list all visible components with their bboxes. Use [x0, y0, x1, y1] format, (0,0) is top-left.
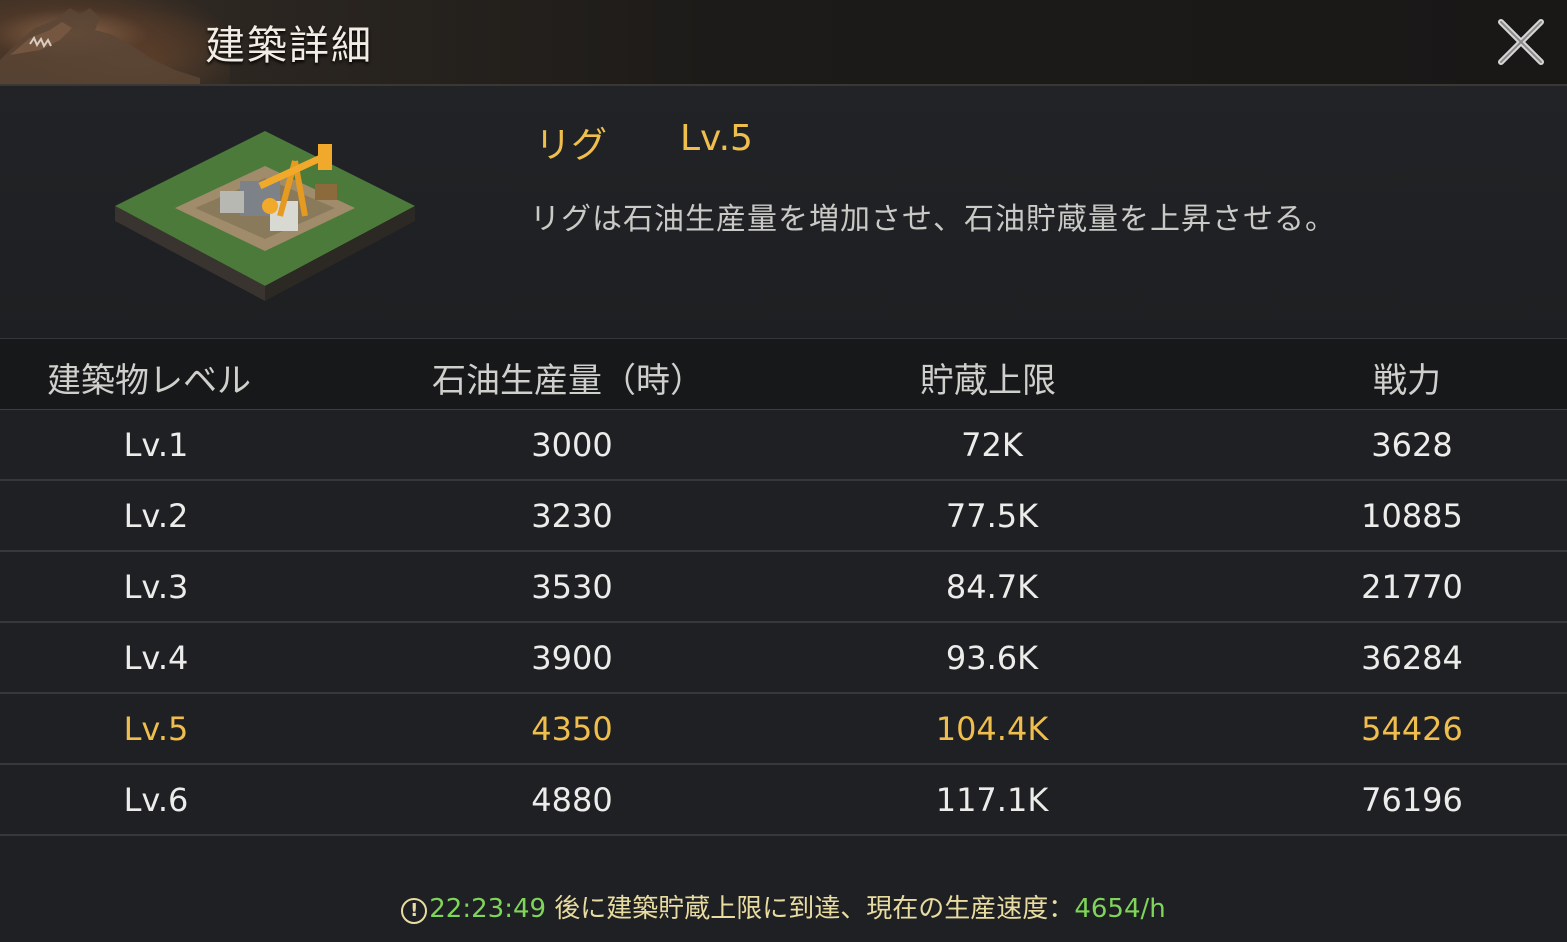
header-building-level: 建築物レベル: [47, 361, 251, 401]
status-message: 後に建築貯蔵上限に到達、現在の生産速度：: [546, 894, 1075, 924]
building-name: リグ: [535, 125, 608, 166]
production-cell: 3000: [531, 426, 613, 464]
power-cell: 54426: [1361, 710, 1463, 748]
storage-cell: 84.7K: [945, 568, 1039, 606]
storage-cell: 72K: [961, 426, 1023, 464]
level-cell: Lv.6: [123, 781, 189, 819]
level-cell: Lv.5: [123, 710, 189, 748]
production-rate: 4654/h: [1074, 894, 1166, 924]
level-cell: Lv.3: [123, 568, 189, 606]
table-row: Lv.2 3230 77.5K 10885: [0, 481, 1567, 552]
building-detail-dialog: 建築詳細 リグ Lv.5 リグは石油生産量を増加させ、石油貯蔵量を上昇させる。 …: [0, 0, 1567, 942]
storage-cell: 77.5K: [945, 497, 1039, 535]
table-row: Lv.1 3000 72K 3628: [0, 410, 1567, 481]
header-storage-limit: 貯蔵上限: [920, 361, 1056, 401]
production-cell: 3230: [531, 497, 613, 535]
power-cell: 21770: [1361, 568, 1463, 606]
table-row: Lv.3 3530 84.7K 21770: [0, 552, 1567, 623]
dinosaur-icon: [0, 8, 200, 84]
power-cell: 76196: [1361, 781, 1463, 819]
power-cell: 10885: [1361, 497, 1463, 535]
production-cell: 3530: [531, 568, 613, 606]
storage-cell: 93.6K: [945, 639, 1039, 677]
building-info: リグ Lv.5 リグは石油生産量を増加させ、石油貯蔵量を上昇させる。: [0, 86, 1567, 338]
dialog-title: 建築詳細: [205, 23, 373, 69]
table-row: Lv.4 3900 93.6K 36284: [0, 623, 1567, 694]
production-cell: 4350: [531, 710, 613, 748]
level-cell: Lv.1: [123, 426, 189, 464]
close-icon[interactable]: [1491, 12, 1551, 72]
level-cell: Lv.4: [123, 639, 189, 677]
table-row: Lv.6 4880 117.1K 76196: [0, 765, 1567, 836]
storage-cell: 104.4K: [935, 710, 1049, 748]
title-bar: 建築詳細: [0, 0, 1567, 86]
level-table: Lv.1 3000 72K 3628 Lv.2 3230 77.5K 10885…: [0, 410, 1567, 836]
table-header: 建築物レベル 石油生産量（時） 貯蔵上限 戦力: [0, 338, 1567, 411]
building-level: Lv.5: [680, 118, 753, 159]
table-row-current: Lv.5 4350 104.4K 54426: [0, 694, 1567, 765]
production-cell: 3900: [531, 639, 613, 677]
level-cell: Lv.2: [123, 497, 189, 535]
storage-cell: 117.1K: [935, 781, 1049, 819]
power-cell: 3628: [1371, 426, 1453, 464]
header-power: 戦力: [1373, 361, 1441, 401]
power-cell: 36284: [1361, 639, 1463, 677]
production-cell: 4880: [531, 781, 613, 819]
time-remaining: 22:23:49: [429, 894, 547, 924]
warning-icon: !: [401, 898, 428, 924]
storage-status-note: ! 22:23:49 後に建築貯蔵上限に到達、現在の生産速度：4654/h: [0, 888, 1567, 925]
building-description: リグは石油生産量を増加させ、石油貯蔵量を上昇させる。: [530, 202, 1336, 237]
header-oil-production: 石油生産量（時）: [432, 361, 704, 401]
oil-rig-building-image: [115, 131, 415, 301]
